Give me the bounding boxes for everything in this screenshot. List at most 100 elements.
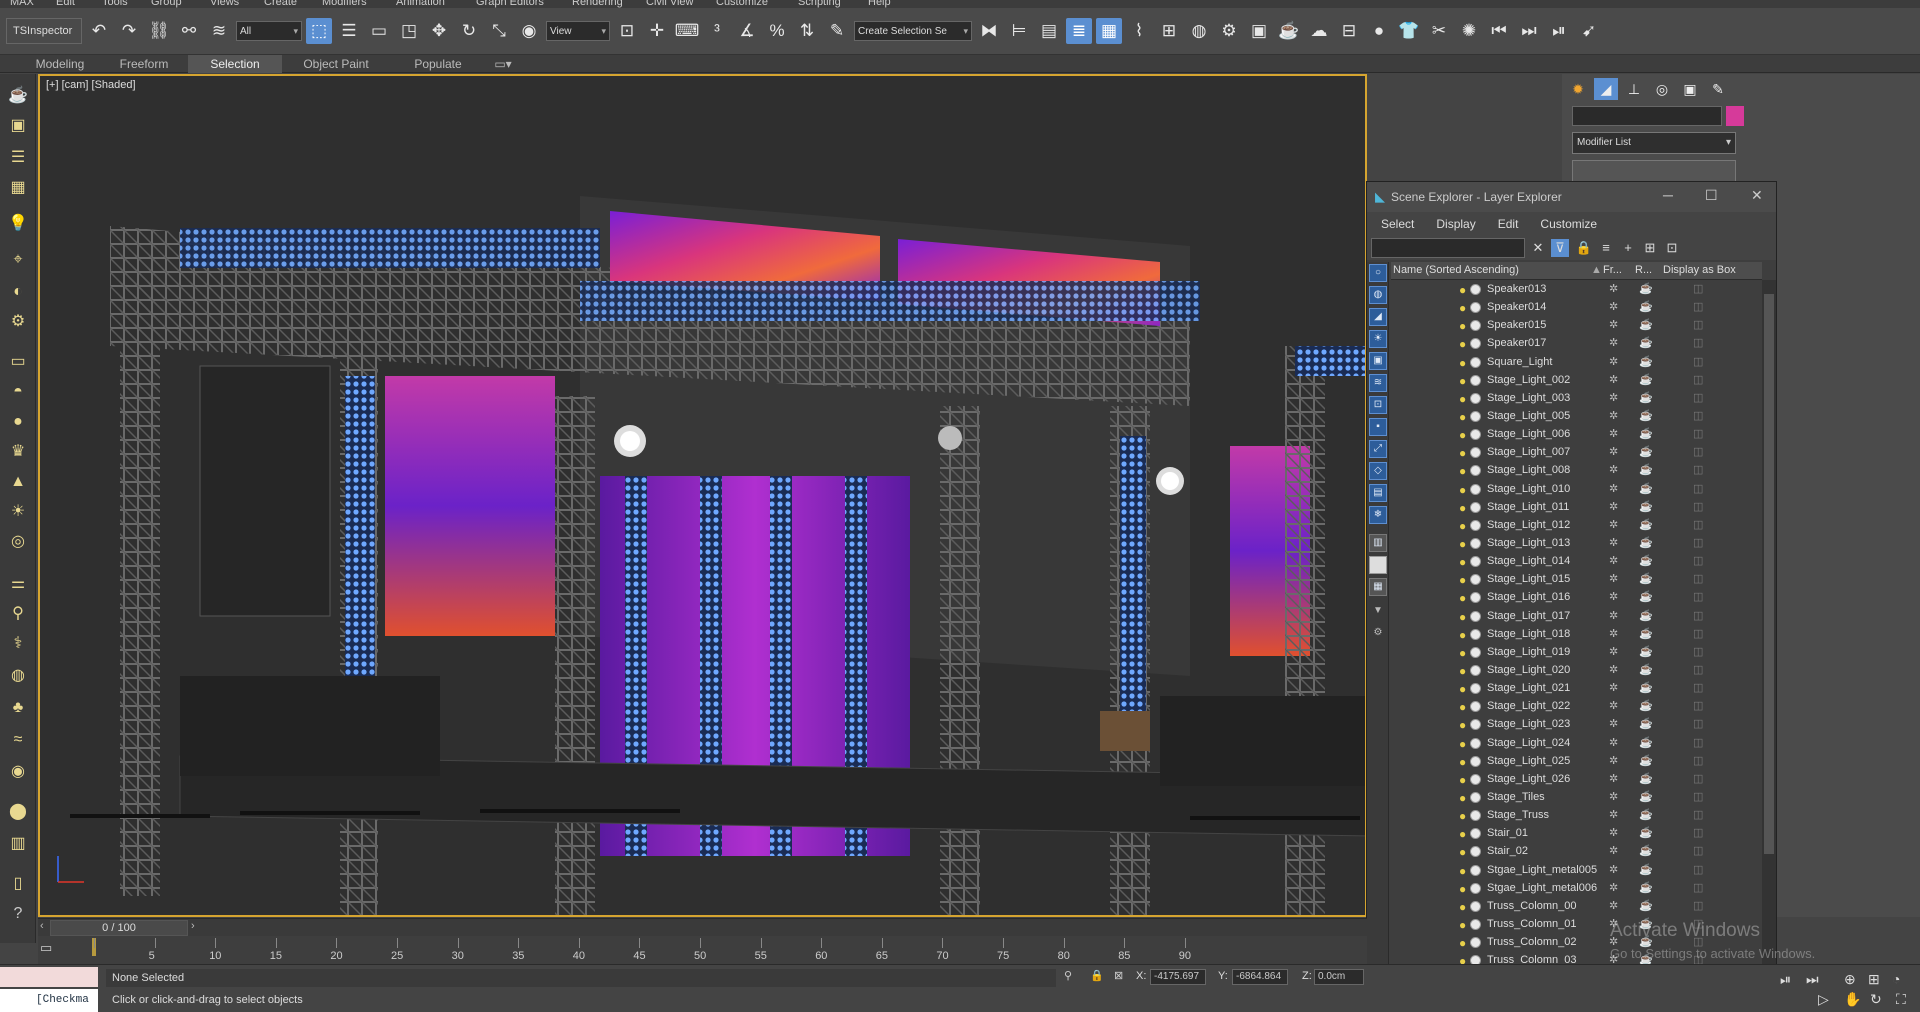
object-visibility-icon[interactable] xyxy=(1470,338,1481,349)
light-bulb-icon[interactable]: ● xyxy=(1459,354,1466,372)
selection-lock-icon[interactable]: 🔒 xyxy=(1090,969,1104,982)
render-icon[interactable]: ☕ xyxy=(1276,18,1302,44)
ts-inspector-button[interactable]: TSInspector xyxy=(6,18,82,44)
column-box-header[interactable]: Display as Box xyxy=(1663,264,1736,276)
object-visibility-icon[interactable] xyxy=(1470,665,1481,676)
add-layer-icon[interactable]: + xyxy=(1619,239,1637,257)
layers-icon[interactable]: ≡ xyxy=(1597,239,1615,257)
menu-group[interactable]: Group xyxy=(151,0,182,8)
light-bulb-icon[interactable]: ● xyxy=(1459,481,1466,499)
object-visibility-icon[interactable] xyxy=(1470,937,1481,948)
y-coordinate-field[interactable]: -6864.864 xyxy=(1232,969,1288,985)
table-row[interactable]: ●Stage_Light_022✲☕◫ xyxy=(1391,697,1762,715)
table-row[interactable]: ●Square_Light✲☕◫ xyxy=(1391,353,1762,371)
shirt-icon[interactable]: 👕 xyxy=(1396,18,1422,44)
display-as-box-icon[interactable]: ◫ xyxy=(1693,570,1703,588)
clear-search-icon[interactable]: ✕ xyxy=(1529,239,1547,257)
light-bulb-icon[interactable]: ● xyxy=(1459,589,1466,607)
object-name-field[interactable] xyxy=(1572,106,1722,126)
freeze-toggle-icon[interactable]: ✲ xyxy=(1609,842,1618,860)
renderable-icon[interactable]: ☕ xyxy=(1639,316,1653,334)
renderable-icon[interactable]: ☕ xyxy=(1639,824,1653,842)
table-row[interactable]: ●Stage_Light_008✲☕◫ xyxy=(1391,461,1762,479)
maximize-viewport-icon[interactable]: ⛶ xyxy=(1896,991,1906,1008)
light-bulb-icon[interactable]: ● xyxy=(1459,462,1466,480)
pin-icon[interactable]: ⚲ xyxy=(8,604,28,624)
freeze-toggle-icon[interactable]: ✲ xyxy=(1609,353,1618,371)
freeze-toggle-icon[interactable]: ✲ xyxy=(1609,280,1618,298)
renderable-icon[interactable]: ☕ xyxy=(1639,715,1653,733)
close-icon[interactable]: ✕ xyxy=(1751,187,1763,204)
object-visibility-icon[interactable] xyxy=(1470,447,1481,458)
menu-animation[interactable]: Animation xyxy=(396,0,445,8)
menu-max[interactable]: MAX xyxy=(10,0,34,8)
light-bulb-icon[interactable]: ● xyxy=(1459,299,1466,317)
light-bulb-icon[interactable]: ● xyxy=(1459,916,1466,934)
freeze-toggle-icon[interactable]: ✲ xyxy=(1609,498,1618,516)
helper-icon[interactable]: ◐ xyxy=(8,282,28,302)
menu-tools[interactable]: Tools xyxy=(102,0,128,8)
freeze-toggle-icon[interactable]: ✲ xyxy=(1609,425,1618,443)
object-visibility-icon[interactable] xyxy=(1470,429,1481,440)
hair-icon[interactable]: ≈ xyxy=(8,730,28,750)
ribbon-toggle-icon[interactable]: ▦ xyxy=(1096,18,1122,44)
object-visibility-icon[interactable] xyxy=(1470,393,1481,404)
sun-icon[interactable]: ☀ xyxy=(8,502,28,522)
track-bar[interactable]: ▭ 51015202530354045505560657075808590 xyxy=(38,936,1367,964)
table-row[interactable]: ●Stage_Light_003✲☕◫ xyxy=(1391,389,1762,407)
display-as-box-icon[interactable]: ◫ xyxy=(1693,715,1703,733)
goto-end-icon[interactable]: ⏭ xyxy=(1806,971,1819,988)
renderable-icon[interactable]: ☕ xyxy=(1639,806,1653,824)
percent-snap-icon[interactable]: % xyxy=(764,18,790,44)
display-as-box-icon[interactable]: ◫ xyxy=(1693,588,1703,606)
light-bulb-icon[interactable]: ● xyxy=(1459,608,1466,626)
zoom-all-icon[interactable]: ⊞ xyxy=(1868,971,1880,988)
light-bulb-icon[interactable]: ● xyxy=(1459,753,1466,771)
display-as-box-icon[interactable]: ◫ xyxy=(1693,353,1703,371)
display-as-box-icon[interactable]: ◫ xyxy=(1693,498,1703,516)
snap-3d-icon[interactable]: ³ xyxy=(704,18,730,44)
redo-icon[interactable]: ↷ xyxy=(116,18,142,44)
freeze-toggle-icon[interactable]: ✲ xyxy=(1609,824,1618,842)
ex-menu-customize[interactable]: Customize xyxy=(1540,217,1597,231)
display-as-box-icon[interactable]: ◫ xyxy=(1693,625,1703,643)
object-visibility-icon[interactable] xyxy=(1470,756,1481,767)
object-visibility-icon[interactable] xyxy=(1470,647,1481,658)
light-bulb-icon[interactable]: ● xyxy=(1459,426,1466,444)
next-frame-icon[interactable]: › xyxy=(191,920,195,932)
light-bulb-icon[interactable]: ● xyxy=(1459,317,1466,335)
ref-coord-dropdown[interactable]: View xyxy=(546,21,610,41)
renderable-icon[interactable]: ☕ xyxy=(1639,588,1653,606)
viewport-camera[interactable]: [+] [cam] [Shaded] xyxy=(38,74,1367,917)
tab-modeling[interactable]: Modeling xyxy=(20,55,100,73)
renderable-icon[interactable]: ☕ xyxy=(1639,842,1653,860)
mirror-icon[interactable]: ⧓ xyxy=(976,18,1002,44)
hierarchy-tab-icon[interactable]: ⊥ xyxy=(1622,78,1646,100)
table-row[interactable]: ●Stage_Light_010✲☕◫ xyxy=(1391,480,1762,498)
table-row[interactable]: ●Speaker015✲☕◫ xyxy=(1391,316,1762,334)
table-row[interactable]: ●Speaker013✲☕◫ xyxy=(1391,280,1762,298)
light-bulb-icon[interactable]: ● xyxy=(1459,898,1466,916)
utilities-tab-icon[interactable]: ✎ xyxy=(1706,78,1730,100)
stone-icon[interactable]: ◉ xyxy=(8,762,28,782)
freeze-toggle-icon[interactable]: ✲ xyxy=(1609,371,1618,389)
table-row[interactable]: ●Stage_Light_023✲☕◫ xyxy=(1391,715,1762,733)
menu-create[interactable]: Create xyxy=(264,0,297,8)
light-bulb-icon[interactable]: ● xyxy=(1459,771,1466,789)
frame-options-icon[interactable]: ⏯ xyxy=(1546,18,1572,44)
renderable-icon[interactable]: ☕ xyxy=(1639,425,1653,443)
display-helpers-icon[interactable]: ≋ xyxy=(1369,374,1387,392)
object-visibility-icon[interactable] xyxy=(1470,556,1481,567)
object-visibility-icon[interactable] xyxy=(1470,919,1481,930)
freeze-toggle-icon[interactable]: ✲ xyxy=(1609,625,1618,643)
freeze-toggle-icon[interactable]: ✲ xyxy=(1609,679,1618,697)
light-bulb-icon[interactable]: ● xyxy=(1459,517,1466,535)
light-bulb-icon[interactable]: ● xyxy=(1459,335,1466,353)
table-row[interactable]: ●Stage_Light_015✲☕◫ xyxy=(1391,570,1762,588)
light-bulb-icon[interactable]: ● xyxy=(1459,390,1466,408)
object-visibility-icon[interactable] xyxy=(1470,320,1481,331)
play-icon[interactable]: ▷ xyxy=(1818,991,1829,1008)
dome-icon[interactable]: ◓ xyxy=(8,382,28,402)
display-as-box-icon[interactable]: ◫ xyxy=(1693,461,1703,479)
list-icon[interactable]: ☰ xyxy=(8,148,28,168)
